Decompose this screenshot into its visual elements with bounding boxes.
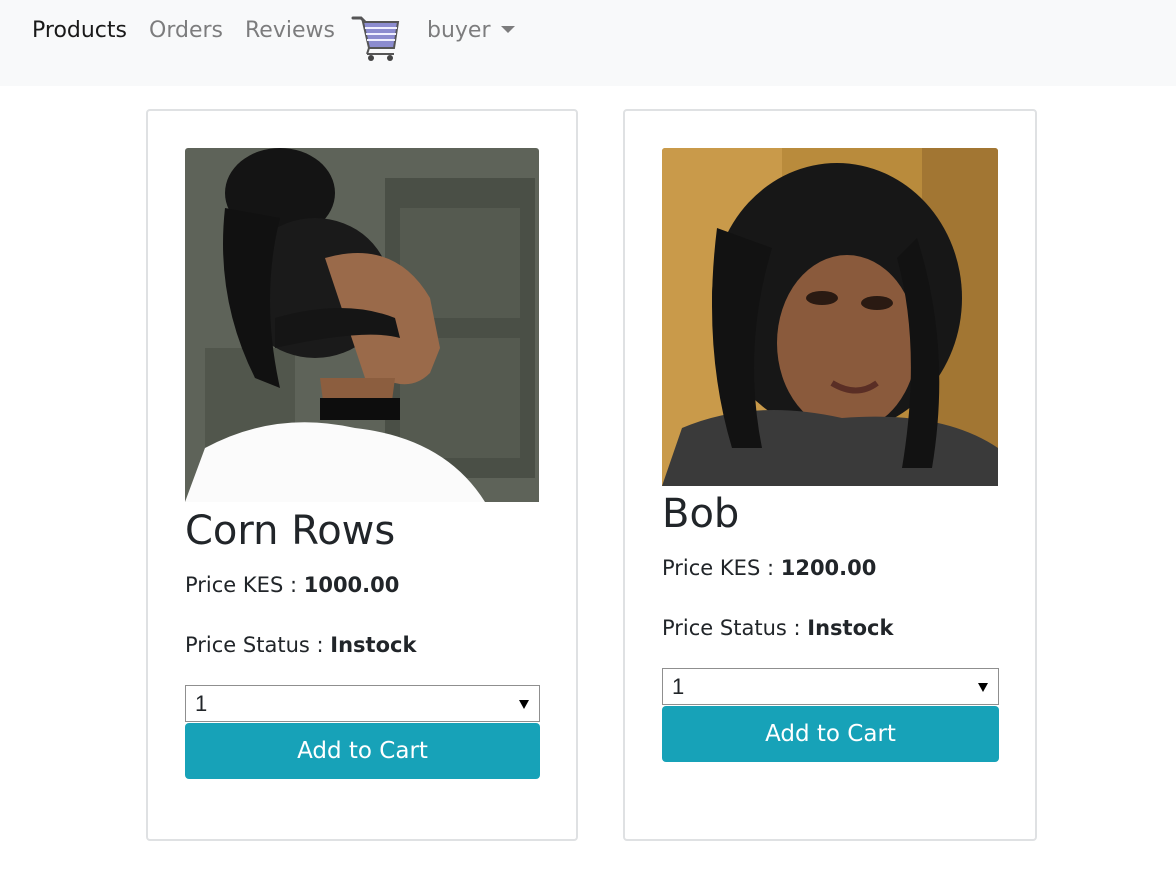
nav-link-products[interactable]: Products	[32, 16, 127, 46]
product-image	[662, 148, 998, 486]
dropdown-arrow-icon	[519, 700, 529, 709]
nav-link-reviews[interactable]: Reviews	[245, 16, 335, 46]
add-to-cart-button[interactable]: Add to Cart	[185, 723, 540, 779]
product-card: Corn Rows Price KES : 1000.00 Price Stat…	[146, 109, 578, 841]
shopping-cart-icon[interactable]	[350, 12, 402, 62]
user-menu-toggle[interactable]: buyer	[427, 16, 515, 46]
price-label: Price KES :	[662, 556, 775, 580]
product-status: Price Status : Instock	[185, 631, 416, 659]
quantity-select[interactable]: 1	[185, 685, 540, 722]
navbar: Products Orders Reviews buyer	[0, 0, 1176, 86]
quantity-select[interactable]: 1	[662, 668, 999, 705]
price-value: 1200.00	[780, 556, 877, 580]
status-label: Price Status :	[662, 616, 801, 640]
add-to-cart-button[interactable]: Add to Cart	[662, 706, 999, 762]
product-status: Price Status : Instock	[662, 614, 893, 642]
product-price: Price KES : 1000.00	[185, 571, 399, 599]
product-card: Bob Price KES : 1200.00 Price Status : I…	[623, 109, 1037, 841]
user-menu-label: buyer	[427, 18, 491, 43]
status-value: Instock	[807, 616, 894, 640]
product-price: Price KES : 1200.00	[662, 554, 876, 582]
caret-down-icon	[500, 26, 515, 33]
quantity-value: 1	[672, 674, 685, 699]
product-image	[185, 148, 539, 502]
product-name: Corn Rows	[185, 508, 396, 554]
status-value: Instock	[330, 633, 417, 657]
dropdown-arrow-icon	[978, 683, 988, 692]
product-name: Bob	[662, 491, 740, 537]
nav-link-orders[interactable]: Orders	[149, 16, 223, 46]
status-label: Price Status :	[185, 633, 324, 657]
price-value: 1000.00	[303, 573, 400, 597]
quantity-value: 1	[195, 691, 208, 716]
price-label: Price KES :	[185, 573, 298, 597]
